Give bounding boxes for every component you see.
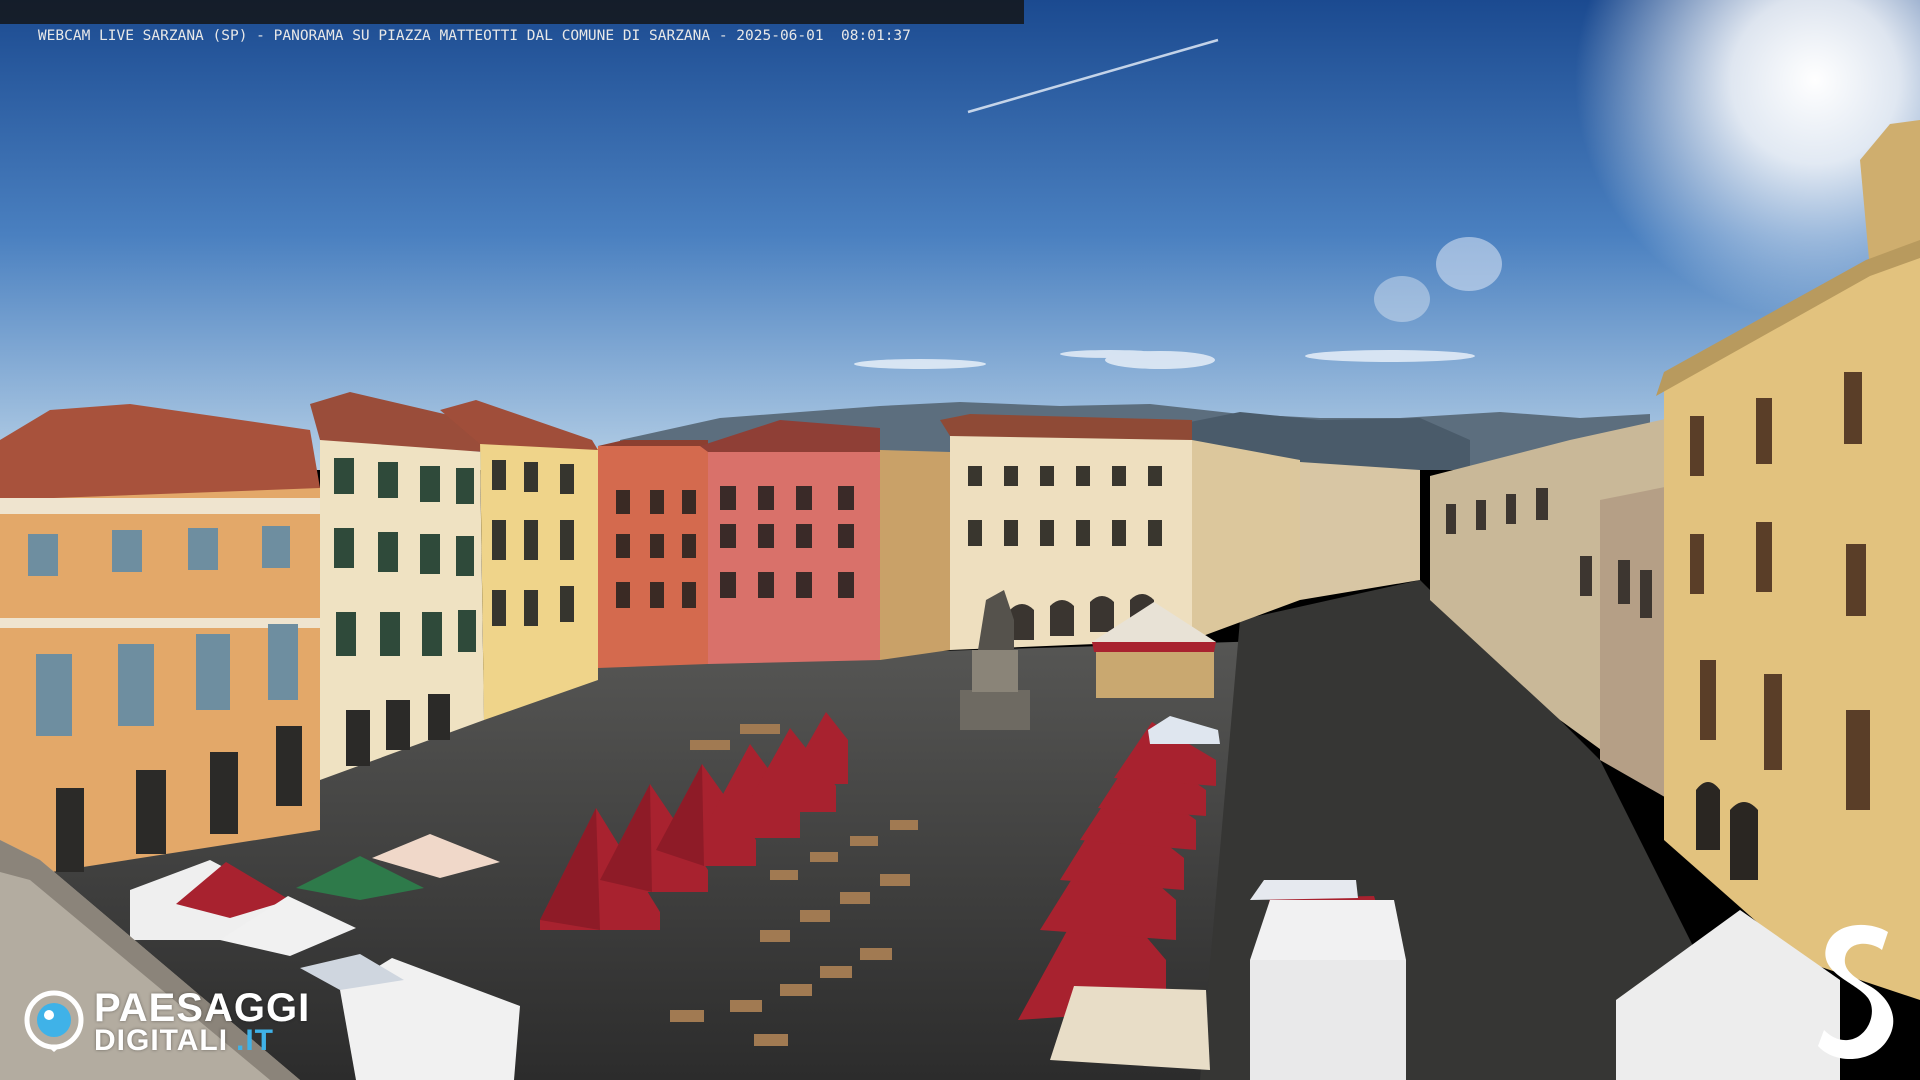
webcam-title-text: WEBCAM LIVE SARZANA (SP) - PANORAMA SU P… — [37, 28, 911, 44]
building-left-orange — [0, 404, 320, 880]
camera-lens-icon — [24, 990, 84, 1052]
lens-flare — [1374, 276, 1430, 322]
paesaggi-digitali-logo: PAESAGGI DIGITALI .IT — [24, 986, 334, 1057]
lens-flare — [1436, 237, 1502, 291]
logo-word-digitali: DIGITALI — [94, 1024, 229, 1057]
sarzana-s-logo — [1818, 924, 1894, 1060]
webcam-title-overlay: WEBCAM LIVE SARZANA (SP) - PANORAMA SU P… — [0, 0, 1024, 44]
webcam-frame: WEBCAM LIVE SARZANA (SP) - PANORAMA SU P… — [0, 0, 1920, 1080]
piazza-scene — [0, 0, 1920, 1080]
building-left-cream — [310, 392, 484, 780]
logo-suffix-it: .IT — [236, 1024, 274, 1057]
building-center-ochre — [880, 450, 950, 660]
building-center-red — [598, 440, 708, 668]
building-center-pink — [700, 420, 880, 664]
